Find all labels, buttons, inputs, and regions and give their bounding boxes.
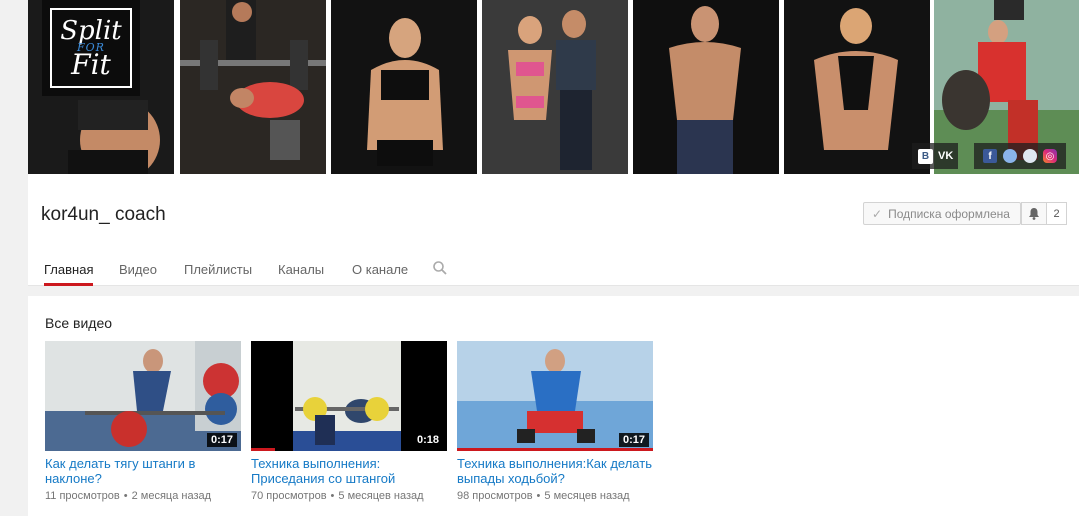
globe-icon[interactable] [1023,149,1037,163]
section-title: Все видео [45,315,113,331]
banner-photo [482,0,628,174]
split-for-fit-logo: Split FOR Fit [42,0,140,96]
video-views: 70 просмотров [251,490,327,502]
video-thumbnail[interactable]: 0:18 [251,341,447,451]
video-card[interactable]: 0:17 Техника выполнения:Как делать выпад… [457,341,653,502]
banner-photo [784,0,930,174]
tab-playlists[interactable]: Плейлисты [184,252,252,286]
instagram-icon[interactable]: ◎ [1043,149,1057,163]
tab-videos[interactable]: Видео [119,252,157,286]
banner-photo [180,0,326,174]
banner-photo [331,0,477,174]
video-thumbnail[interactable]: 0:17 [457,341,653,451]
subscribed-button[interactable]: ✓ Подписка оформлена [863,202,1021,225]
video-age: 2 месяца назад [131,490,212,502]
video-duration: 0:17 [618,433,649,447]
globe-icon[interactable] [1003,149,1017,163]
video-title[interactable]: Техника выполнения: Приседания со штанго… [251,456,447,486]
video-meta: 11 просмотров • 2 месяца назад [45,490,212,502]
video-age: 5 месяцев назад [544,490,630,502]
banner-photo [633,0,779,174]
video-card[interactable]: 0:18 Техника выполнения: Приседания со ш… [251,341,447,502]
channel-tabs: Главная Видео Плейлисты Каналы О канале [28,252,1079,286]
video-meta: 70 просмотров • 5 месяцев назад [251,490,424,502]
video-thumbnail[interactable]: 0:17 [45,341,241,451]
social-icons: f ◎ [974,143,1066,169]
video-title[interactable]: Техника выполнения:Как делать выпады ход… [457,456,653,486]
banner-photo: Split FOR Fit [28,0,174,174]
video-title[interactable]: Как делать тягу штанги в наклоне? [45,456,241,486]
channel-header: kor4un_ coach ✓ Подписка оформлена 2 Гла… [28,174,1079,286]
tab-channels[interactable]: Каналы [278,252,324,286]
search-icon[interactable] [432,260,448,276]
subscriber-count: 2 [1047,202,1067,225]
check-icon: ✓ [872,206,883,221]
video-duration: 0:18 [412,433,443,447]
video-card[interactable]: 0:17 Как делать тягу штанги в наклоне? 1… [45,341,241,502]
video-views: 11 просмотров [45,490,120,502]
facebook-icon[interactable]: f [983,149,997,163]
channel-name: kor4un_ coach [41,204,166,225]
videos-section: Все видео 0:17 Как делать тягу штанги в … [28,296,1079,516]
tab-about[interactable]: О канале [352,252,408,286]
bell-icon [1029,208,1039,220]
vk-icon: В [918,148,933,164]
watch-progress-bar [251,448,275,451]
notifications-bell-button[interactable] [1021,202,1047,225]
video-age: 5 месяцев назад [338,490,424,502]
social-links: В VK f ◎ [912,143,1072,169]
video-meta: 98 просмотров • 5 месяцев назад [457,490,630,502]
video-views: 98 просмотров [457,490,533,502]
watch-progress-bar [457,448,653,451]
video-duration: 0:17 [206,433,237,447]
tab-home[interactable]: Главная [44,252,94,286]
channel-banner: Split FOR Fit В VK f ◎ [28,0,1079,174]
vk-link[interactable]: В VK [912,143,958,169]
